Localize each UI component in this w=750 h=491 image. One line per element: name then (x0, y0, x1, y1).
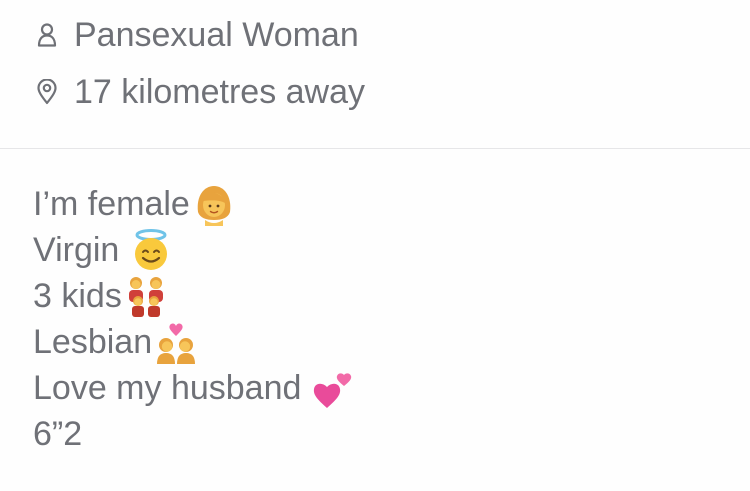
bio-line: I’m female (33, 181, 723, 227)
bio-line-text: I’m female (33, 185, 190, 223)
bio-section: I’m female Virgin 3 kids Lesbian Love my… (33, 181, 723, 457)
smiling-face-with-halo-emoji-icon (129, 228, 173, 272)
bio-line-text: Love my husband (33, 369, 302, 407)
bio-line-text: Lesbian (33, 323, 153, 361)
bio-line: Love my husband (33, 365, 723, 411)
orientation-row: Pansexual Woman (34, 13, 359, 57)
bio-line-text: 6”2 (33, 415, 83, 453)
distance-text: 17 kilometres away (74, 73, 366, 111)
orientation-text: Pansexual Woman (74, 16, 359, 54)
distance-row: 17 kilometres away (34, 70, 365, 114)
two-hearts-emoji-icon (311, 366, 355, 410)
bio-line: Virgin (33, 227, 723, 273)
bio-line-text: 3 kids (33, 277, 122, 315)
section-divider (0, 148, 750, 149)
location-pin-icon (34, 79, 60, 105)
profile-card: Pansexual Woman 17 kilometres away I’m f… (0, 0, 750, 491)
bio-line: Lesbian (33, 319, 723, 365)
person-outline-icon (34, 22, 60, 48)
family-emoji-icon (124, 274, 168, 318)
bio-line: 3 kids (33, 273, 723, 319)
couple-with-heart-women-emoji-icon (154, 320, 198, 364)
bio-line: 6”2 (33, 411, 723, 457)
bio-line-text: Virgin (33, 231, 120, 269)
woman-emoji-icon (192, 182, 236, 226)
